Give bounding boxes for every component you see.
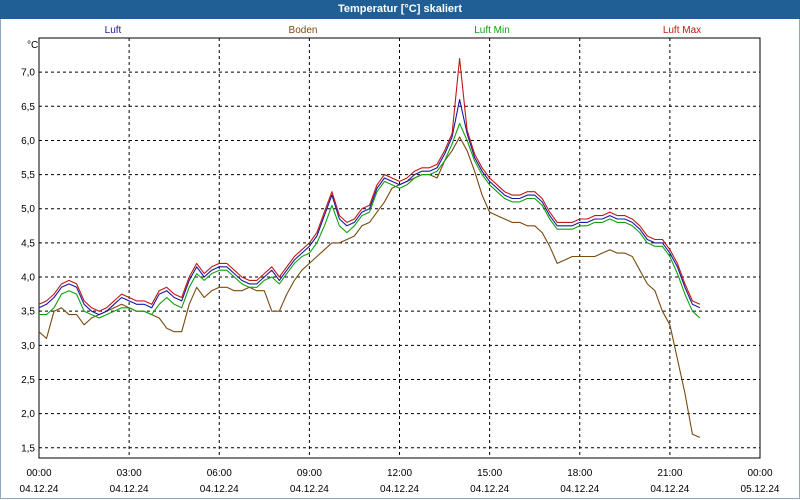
y-tick-label: 2,5 [21,375,35,386]
x-tick-date-label: 04.12.24 [290,484,329,495]
legend-item-luft-max: Luft Max [663,25,701,36]
x-tick-date-label: 04.12.24 [20,484,59,495]
x-tick-time-label: 15:00 [477,468,502,479]
y-tick-label: 5,5 [21,170,35,181]
x-tick-time-label: 00:00 [26,468,51,479]
series-line-luft-max [38,57,701,312]
legend-item-luft: Luft [105,25,122,36]
x-tick-date-label: 04.12.24 [560,484,599,495]
y-tick-label: 1,5 [21,443,35,454]
x-tick-time-label: 09:00 [297,468,322,479]
x-tick-time-label: 00:00 [747,468,772,479]
x-tick-time-label: 18:00 [567,468,592,479]
x-tick-date-label: 04.12.24 [470,484,509,495]
x-tick-time-label: 03:00 [117,468,142,479]
legend: Luft Boden Luft Min Luft Max [105,25,702,36]
x-tick-time-label: 12:00 [387,468,412,479]
series-line-boden [38,136,701,439]
grid [39,38,760,458]
y-tick-label: 4,5 [21,238,35,249]
series-lines [38,57,701,439]
temperature-chart: Luft Boden Luft Min Luft Max 1,5 2,0 2,5 3,0 3,… [20,25,780,495]
y-tick-label: 4,0 [21,273,35,284]
y-tick-label: 3,0 [21,341,35,352]
y-tick-label: 2,0 [21,409,35,420]
y-tick-label: 6,0 [21,136,35,147]
x-tick-date-label: 04.12.24 [650,484,689,495]
x-tick-time-label: 21:00 [657,468,682,479]
x-tick-date-label: 04.12.24 [110,484,149,495]
x-tick-date-label: 04.12.24 [380,484,419,495]
y-tick-label: 5,0 [21,204,35,215]
y-tick-label: 3,5 [21,307,35,318]
legend-item-luft-min: Luft Min [474,25,510,36]
legend-item-boden: Boden [289,25,318,36]
y-tick-label: 6,5 [21,102,35,113]
series-line-luft-min [39,122,701,319]
series-line-luft [38,98,701,316]
y-tick-label: 7,0 [21,68,35,79]
x-tick-date-label: 05.12.24 [741,484,780,495]
x-tick-date-label: 04.12.24 [200,484,239,495]
y-axis-unit-label: °C [27,40,38,51]
x-tick-time-label: 06:00 [207,468,232,479]
